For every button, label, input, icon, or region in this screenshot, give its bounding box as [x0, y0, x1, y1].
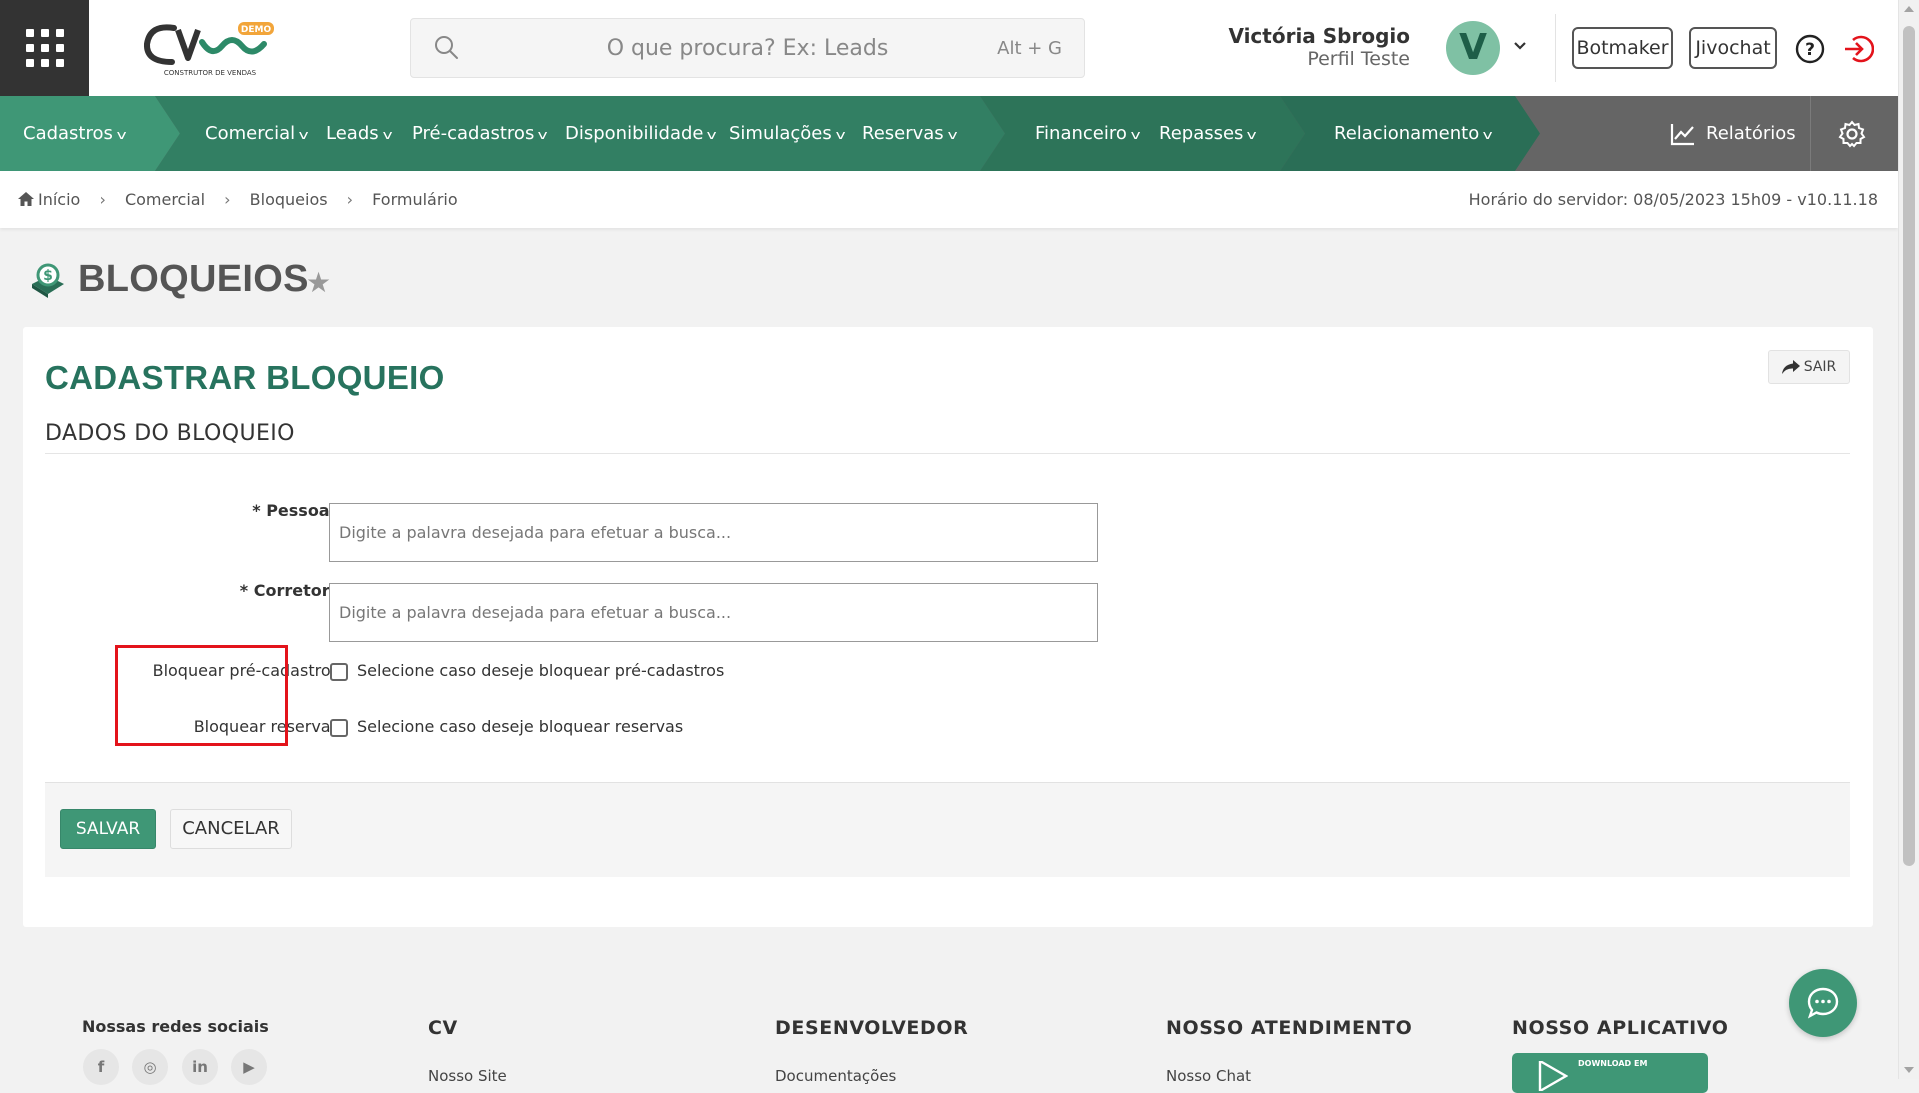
- bloquear-reserva-text[interactable]: Selecione caso deseje bloquear reservas: [357, 717, 683, 736]
- apps-grid-icon[interactable]: [0, 0, 89, 96]
- gear-icon[interactable]: [1838, 120, 1866, 148]
- footer-link-documentacoes[interactable]: Documentações: [775, 1067, 896, 1085]
- footer-dev-title: DESENVOLVEDOR: [775, 1017, 969, 1039]
- google-play-badge[interactable]: DOWNLOAD EM: [1512, 1053, 1708, 1093]
- facebook-icon[interactable]: f: [83, 1049, 119, 1085]
- top-header: DEMO CONSTRUTOR DE VENDAS O que procura?…: [0, 0, 1898, 96]
- divider: [1555, 14, 1556, 82]
- favorite-star-icon[interactable]: ★: [306, 266, 331, 299]
- section-title: DADOS DO BLOQUEIO: [45, 421, 295, 446]
- jivochat-button[interactable]: Jivochat: [1689, 27, 1777, 69]
- footer-atendimento-title: NOSSO ATENDIMENTO: [1166, 1017, 1413, 1039]
- breadcrumb-bloqueios[interactable]: Bloqueios: [250, 190, 328, 209]
- nav-divider: [1810, 96, 1811, 171]
- footer-link-nosso-site[interactable]: Nosso Site: [428, 1067, 507, 1085]
- nav-pre-cadastros[interactable]: Pré-cadastros v: [412, 96, 548, 171]
- exit-button[interactable]: SAIR: [1768, 350, 1850, 384]
- global-search[interactable]: O que procura? Ex: Leads Alt + G: [410, 18, 1085, 78]
- footer-app-title: NOSSO APLICATIVO: [1512, 1017, 1729, 1039]
- search-shortcut: Alt + G: [997, 38, 1062, 59]
- chat-bubble-icon: [1807, 987, 1839, 1019]
- nav-reservas[interactable]: Reservas v: [862, 96, 957, 171]
- footer-cv-title: CV: [428, 1017, 458, 1039]
- bloquear-reserva-checkbox[interactable]: [330, 719, 348, 737]
- corretor-input[interactable]: [329, 583, 1098, 642]
- youtube-icon[interactable]: ▶: [231, 1049, 267, 1085]
- nav-disponibilidade[interactable]: Disponibilidade v: [565, 96, 717, 171]
- form-title: CADASTRAR BLOQUEIO: [45, 359, 445, 396]
- logo-tagline: CONSTRUTOR DE VENDAS: [164, 69, 257, 77]
- nav-simulacoes[interactable]: Simulações v: [729, 96, 845, 171]
- nav-relatorios[interactable]: Relatórios: [1670, 96, 1796, 171]
- share-arrow-icon: [1781, 360, 1800, 374]
- pessoa-input[interactable]: [329, 503, 1098, 562]
- pessoa-label: * Pessoa:: [252, 501, 336, 520]
- highlight-box: [115, 645, 288, 746]
- bloquear-pre-cadastro-text[interactable]: Selecione caso deseje bloquear pré-cadas…: [357, 661, 724, 680]
- breadcrumb-inicio[interactable]: Início: [38, 190, 80, 209]
- nav-repasses[interactable]: Repasses v: [1159, 96, 1257, 171]
- chevron-right-icon: ›: [99, 190, 106, 209]
- botmaker-button[interactable]: Botmaker: [1572, 27, 1673, 69]
- money-hand-icon: $: [32, 263, 64, 298]
- nav-comercial[interactable]: Comercial v: [205, 96, 309, 171]
- linkedin-icon[interactable]: in: [182, 1049, 218, 1085]
- cv-logo[interactable]: DEMO CONSTRUTOR DE VENDAS: [140, 16, 280, 80]
- scroll-thumb[interactable]: [1903, 26, 1915, 866]
- footer-link-nosso-chat[interactable]: Nosso Chat: [1166, 1067, 1251, 1085]
- nav-financeiro[interactable]: Financeiro v: [1035, 96, 1140, 171]
- user-name[interactable]: Victória Sbrogio: [1228, 24, 1410, 48]
- logo-badge: DEMO: [241, 25, 272, 35]
- nav-relacionamento[interactable]: Relacionamento v: [1334, 96, 1493, 171]
- bloquear-pre-cadastro-checkbox[interactable]: [330, 663, 348, 681]
- cancel-button[interactable]: CANCELAR: [170, 809, 292, 849]
- chevron-down-icon[interactable]: [1512, 38, 1528, 54]
- instagram-icon[interactable]: ◎: [132, 1049, 168, 1085]
- breadcrumb-bar: Início › Comercial › Bloqueios › Formulá…: [0, 171, 1898, 228]
- help-icon[interactable]: ?: [1795, 34, 1825, 64]
- footer-social-title: Nossas redes sociais: [82, 1017, 269, 1036]
- server-time: Horário do servidor: 08/05/2023 15h09 - …: [1468, 190, 1878, 209]
- chat-button[interactable]: [1789, 969, 1857, 1037]
- search-placeholder: O que procura? Ex: Leads: [606, 36, 889, 61]
- nav-leads[interactable]: Leads v: [326, 96, 392, 171]
- svg-text:$: $: [43, 268, 53, 284]
- section-divider: [45, 453, 1850, 454]
- form-card: CADASTRAR BLOQUEIO SAIR DADOS DO BLOQUEI…: [23, 327, 1873, 927]
- main-nav: Cadastros v Comercial v Leads v Pré-cadastr…: [0, 96, 1898, 171]
- save-button[interactable]: SALVAR: [60, 809, 156, 849]
- corretor-label: * Corretor:: [239, 581, 336, 600]
- app-badge-text: DOWNLOAD EM: [1578, 1059, 1648, 1068]
- breadcrumb-comercial[interactable]: Comercial: [125, 190, 205, 209]
- nav-cadastros[interactable]: Cadastros v: [23, 96, 126, 171]
- page-scrollbar[interactable]: [1898, 0, 1919, 1079]
- breadcrumb: Início › Comercial › Bloqueios › Formulá…: [18, 190, 458, 209]
- logout-icon[interactable]: [1842, 33, 1874, 65]
- user-role: Perfil Teste: [1307, 48, 1410, 70]
- form-actions: SALVAR CANCELAR: [45, 782, 1850, 877]
- avatar[interactable]: V: [1446, 21, 1500, 75]
- page-title: BLOQUEIOS: [78, 258, 309, 300]
- scroll-down-arrow[interactable]: [1904, 1067, 1914, 1073]
- svg-text:?: ?: [1805, 40, 1815, 60]
- home-icon[interactable]: [18, 192, 34, 206]
- footer: Nossas redes sociais f ◎ in ▶ CV Nosso S…: [0, 960, 1898, 1093]
- chart-line-icon: [1670, 124, 1694, 146]
- play-store-icon: [1538, 1061, 1568, 1091]
- chevron-right-icon: ›: [346, 190, 354, 209]
- breadcrumb-formulario: Formulário: [372, 190, 458, 209]
- chevron-right-icon: ›: [224, 190, 231, 209]
- scroll-up-arrow[interactable]: [1904, 6, 1914, 12]
